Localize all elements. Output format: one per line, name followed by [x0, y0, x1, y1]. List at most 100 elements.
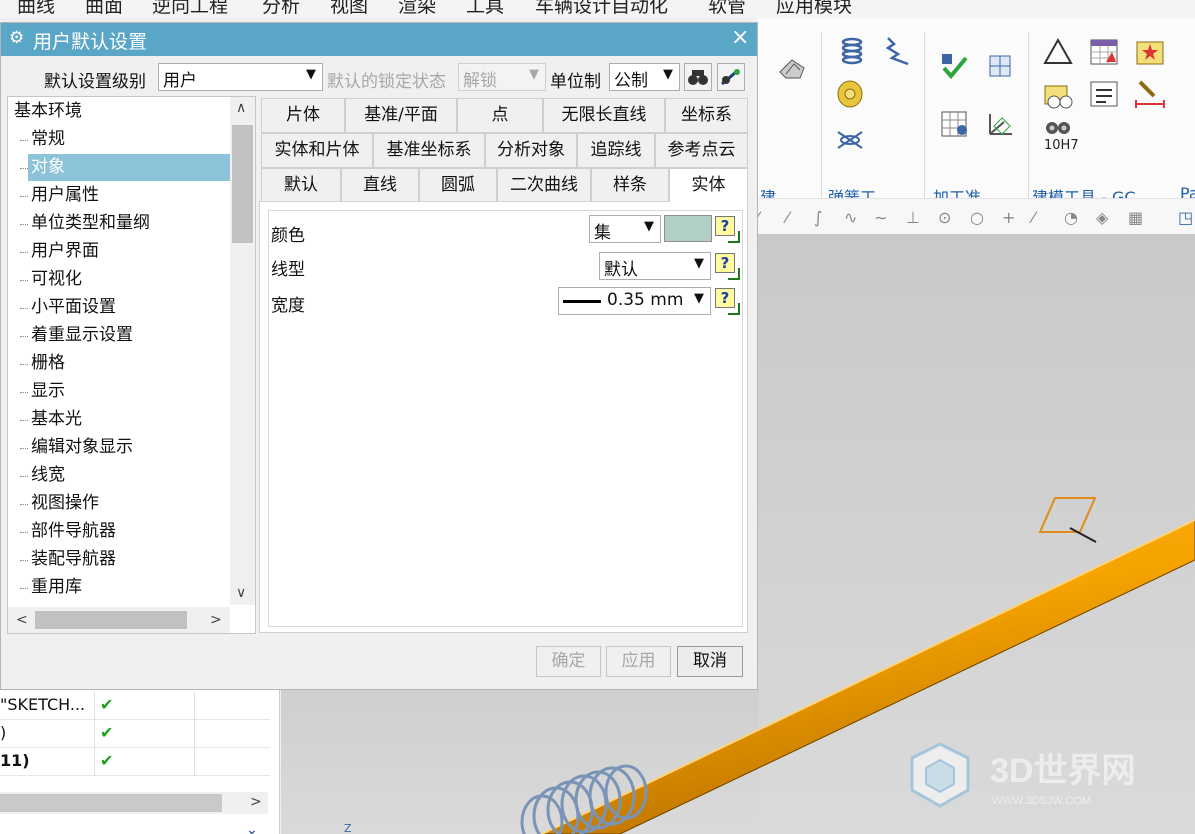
- tab-solid-and-sheet[interactable]: 实体和片体: [261, 133, 373, 168]
- toolbar-bounded-icon[interactable]: ◈: [1096, 208, 1108, 227]
- toolbar-grid-icon[interactable]: ▦: [1128, 208, 1143, 227]
- graphics-viewport-lower[interactable]: [281, 690, 759, 834]
- menu-curve[interactable]: 曲线: [17, 0, 55, 18]
- coil-spring-icon[interactable]: [836, 36, 868, 68]
- help-icon[interactable]: ?: [715, 253, 740, 280]
- width-dropdown[interactable]: 0.35 mm ▼: [558, 287, 711, 315]
- toolbar-intersection-icon[interactable]: ⊥: [906, 208, 920, 227]
- tree-item-unit-types[interactable]: 单位类型和量纲: [28, 210, 230, 237]
- toolbar-spline-icon[interactable]: ∿: [844, 208, 857, 227]
- tree-item-object[interactable]: 对象: [28, 154, 230, 181]
- star-pattern-icon[interactable]: [1134, 36, 1166, 68]
- check-icon[interactable]: ✔: [100, 723, 113, 742]
- tab-datum-csys[interactable]: 基准坐标系: [373, 133, 485, 168]
- toolbar-point-icon[interactable]: +: [1002, 208, 1015, 227]
- toolbar-center-icon[interactable]: ⊙: [938, 208, 951, 227]
- toolbar-face-icon[interactable]: ◔: [1064, 208, 1078, 227]
- compression-spring-icon[interactable]: [882, 34, 914, 66]
- tab-line[interactable]: 直线: [341, 168, 419, 203]
- tree-item-edit-object-display[interactable]: 编辑对象显示: [28, 434, 230, 461]
- tab-point[interactable]: 点: [457, 98, 543, 133]
- find-button[interactable]: [684, 63, 712, 91]
- menu-surface[interactable]: 曲面: [85, 0, 123, 18]
- tree-item-line-width[interactable]: 线宽: [28, 462, 230, 489]
- menu-view[interactable]: 视图: [330, 0, 368, 18]
- table-row[interactable]: 11) ✔: [0, 748, 270, 776]
- menu-analysis[interactable]: 分析: [262, 0, 300, 18]
- tree-item-user-attributes[interactable]: 用户属性: [28, 182, 230, 209]
- tab-reference-point-cloud[interactable]: 参考点云: [655, 133, 748, 168]
- tab-trace-line[interactable]: 追踪线: [577, 133, 655, 168]
- ok-button[interactable]: 确定: [536, 646, 601, 677]
- tree-item-assembly-navigator[interactable]: 装配导航器: [28, 546, 230, 573]
- disc-spring-icon[interactable]: [834, 122, 866, 154]
- menu-tools[interactable]: 工具: [466, 0, 504, 18]
- triangle-icon[interactable]: [1042, 36, 1074, 68]
- tab-datum-plane[interactable]: 基准/平面: [345, 98, 457, 133]
- spreadsheet-icon[interactable]: [1088, 36, 1120, 68]
- dialog-titlebar[interactable]: ⚙ 用户默认设置 ×: [1, 23, 757, 56]
- tree-item-highlight-settings[interactable]: 着重显示设置: [28, 322, 230, 349]
- unit-dropdown[interactable]: 公制 ▼: [609, 63, 680, 91]
- scroll-right-icon[interactable]: >: [210, 612, 222, 628]
- tree-item-reuse-library[interactable]: 重用库: [28, 574, 230, 601]
- tree-item-visualization[interactable]: 可视化: [28, 266, 230, 293]
- table-row[interactable]: "SKETCH... ✔: [0, 692, 270, 720]
- scroll-right-icon[interactable]: >: [250, 794, 262, 810]
- toolbar-quadrant-icon[interactable]: ○: [970, 208, 984, 227]
- tree-item-basic-light[interactable]: 基本光: [28, 406, 230, 433]
- tab-infinite-line[interactable]: 无限长直线: [543, 98, 665, 133]
- tab-sheet[interactable]: 片体: [261, 98, 345, 133]
- tree-item-user-interface[interactable]: 用户界面: [28, 238, 230, 265]
- tab-default[interactable]: 默认: [261, 168, 341, 203]
- tree-item-view-operations[interactable]: 视图操作: [28, 490, 230, 517]
- washer-icon[interactable]: [834, 78, 866, 110]
- collapse-icon[interactable]: ⌄: [246, 822, 258, 834]
- tree-item-facet-settings[interactable]: 小平面设置: [28, 294, 230, 321]
- tree-root[interactable]: 基本环境: [11, 98, 213, 125]
- scrollbar-thumb[interactable]: [0, 794, 222, 812]
- check-icon[interactable]: ✔: [100, 751, 113, 770]
- scrollbar-thumb[interactable]: [35, 611, 187, 629]
- menu-render[interactable]: 渲染: [398, 0, 436, 18]
- coordinate-icon[interactable]: [984, 108, 1016, 140]
- menu-vehicle-design[interactable]: 车辆设计自动化: [535, 0, 668, 18]
- scroll-down-icon[interactable]: ∨: [236, 585, 246, 601]
- tab-conic[interactable]: 二次曲线: [497, 168, 591, 203]
- measure-icon[interactable]: [984, 50, 1016, 82]
- scroll-up-icon[interactable]: ∧: [236, 100, 246, 116]
- tab-csys[interactable]: 坐标系: [665, 98, 748, 133]
- color-dropdown[interactable]: 集 ▼: [589, 215, 661, 243]
- tab-solid[interactable]: 实体: [669, 168, 748, 203]
- toolbar-line-icon[interactable]: ⁄: [786, 208, 789, 227]
- level-dropdown[interactable]: 用户 ▼: [158, 63, 323, 91]
- toolbar-on-curve-icon[interactable]: ⁄: [1032, 208, 1035, 227]
- check-feature-icon[interactable]: [938, 50, 970, 82]
- blend-icon[interactable]: [776, 52, 808, 84]
- lock-dropdown[interactable]: 解锁 ▼: [458, 63, 546, 91]
- menu-reverse-engineering[interactable]: 逆向工程: [152, 0, 228, 18]
- check-icon[interactable]: ✔: [100, 695, 113, 714]
- toolbar-arc-icon[interactable]: ∫: [814, 208, 822, 227]
- tab-analysis-object[interactable]: 分析对象: [485, 133, 577, 168]
- tab-spline[interactable]: 样条: [591, 168, 669, 203]
- note-icon[interactable]: [1088, 78, 1120, 110]
- table-icon[interactable]: [938, 108, 970, 140]
- dimension-brush-icon[interactable]: [1134, 78, 1166, 110]
- apply-button[interactable]: 应用: [606, 646, 671, 677]
- toolbar-wave-icon[interactable]: ∼: [874, 208, 887, 227]
- close-icon[interactable]: ×: [731, 25, 749, 50]
- tree-item-display[interactable]: 显示: [28, 378, 230, 405]
- tab-arc[interactable]: 圆弧: [419, 168, 497, 203]
- scrollbar-thumb[interactable]: [232, 125, 253, 243]
- table-row[interactable]: ) ✔: [0, 720, 270, 748]
- linetype-dropdown[interactable]: 默认 ▼: [599, 252, 711, 280]
- menu-application[interactable]: 应用模块: [776, 0, 852, 18]
- sketch-icon[interactable]: [1042, 78, 1074, 110]
- menu-hose[interactable]: 软管: [708, 0, 746, 18]
- tree-item-general[interactable]: 常规: [28, 126, 230, 153]
- scroll-left-icon[interactable]: <: [16, 612, 28, 628]
- color-swatch[interactable]: [664, 215, 712, 242]
- cancel-button[interactable]: 取消: [677, 646, 743, 677]
- tree-item-grid[interactable]: 栅格: [28, 350, 230, 377]
